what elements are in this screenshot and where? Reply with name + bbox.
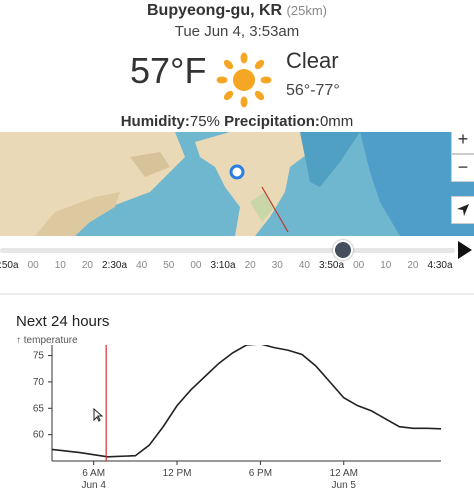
temperature-line [51,345,442,458]
timeline-tick-label[interactable]: 3:50a [319,260,344,271]
current-datetime: Tue Jun 4, 3:53am [174,23,300,40]
timeline-tick-label[interactable]: 20 [82,260,93,271]
x-tick-sublabel: Jun 5 [332,480,357,491]
timeline-tick-label[interactable]: 2:30a [102,260,127,271]
precipitation-value: 0mm [319,113,354,130]
weather-header: Bupyeong-gu, KR (25km) Tue Jun 4, 3:53am… [0,0,474,132]
zoom-out-button[interactable]: − [451,154,474,182]
timeline-tick-label[interactable]: 00 [353,260,364,271]
timeline-tick-label[interactable]: 20 [407,260,418,271]
timeline-tick-label[interactable]: 20 [245,260,256,271]
timeline-tick-label[interactable]: 4:30a [427,260,452,271]
humidity-precip-line: Humidity:75% Precipitation:0mm [0,113,474,130]
x-tick-label: 12 AM [330,468,358,479]
x-tick-label: 12 PM [163,468,192,479]
x-tick-label: 6 AM [82,468,105,479]
current-temperature: 57°F [130,50,207,91]
location-name: Bupyeong-gu, KR [147,2,283,19]
section-divider [0,293,474,295]
sun-icon [214,50,274,110]
x-tick-label: 6 PM [249,468,272,479]
timeline-scrubber[interactable]: 2:50a 00 10 20 2:30a 40 50 00 3:10a 20 30 40 3:50a 00… [0,238,474,278]
x-tick-sublabel: Jun 4 [81,480,106,491]
navigation-arrow-icon [457,204,469,216]
timeline-tick-label[interactable]: 40 [136,260,147,271]
timeline-ticks: 2:50a 00 10 20 2:30a 40 50 00 3:10a 20 30 40 3:50a 00… [0,260,474,274]
timeline-tick-label[interactable]: 10 [380,260,391,271]
humidity-label: Humidity: [120,113,190,130]
timeline-thumb[interactable] [333,240,353,260]
timeline-tick-label[interactable]: 50 [163,260,174,271]
timeline-tick-label[interactable]: 30 [272,260,283,271]
timeline-tick-label[interactable]: 10 [55,260,66,271]
forecast-title: Next 24 hours [16,313,110,330]
weather-map[interactable]: + − [0,132,474,236]
timeline-tick-label[interactable]: 00 [190,260,201,271]
y-tick-label: 75 [33,351,45,362]
location-distance: (25km) [286,3,327,18]
humidity-value: 75% [189,113,220,130]
mouse-cursor-icon [93,407,104,425]
map-canvas [0,132,474,236]
timeline-tick-label[interactable]: 3:10a [210,260,235,271]
y-tick-label: 70 [33,377,45,388]
weather-condition: Clear [286,48,339,73]
temperature-chart[interactable]: 60 65 70 75 6 AM Jun 4 12 PM 6 PM 12 AM Jun 5 [0,345,474,491]
y-tick-label: 60 [33,430,45,441]
location-title: Bupyeong-gu, KR (25km) [0,2,474,20]
precipitation-label: Precipitation: [224,113,320,130]
timeline-tick-label[interactable]: 40 [299,260,310,271]
temperature-range: 56°-77° [286,82,340,99]
timeline-track[interactable] [0,248,455,253]
y-tick-label: 65 [33,403,45,414]
timeline-tick-label[interactable]: 00 [28,260,39,271]
chart-svg: 60 65 70 75 6 AMJun 4 12 PM 6 PM 12 AMJun 5 [33,345,442,491]
play-icon[interactable] [458,241,472,259]
locate-button[interactable] [451,196,474,224]
zoom-in-button[interactable]: + [451,132,474,154]
timeline-tick-label[interactable]: 2:50a [0,260,19,271]
